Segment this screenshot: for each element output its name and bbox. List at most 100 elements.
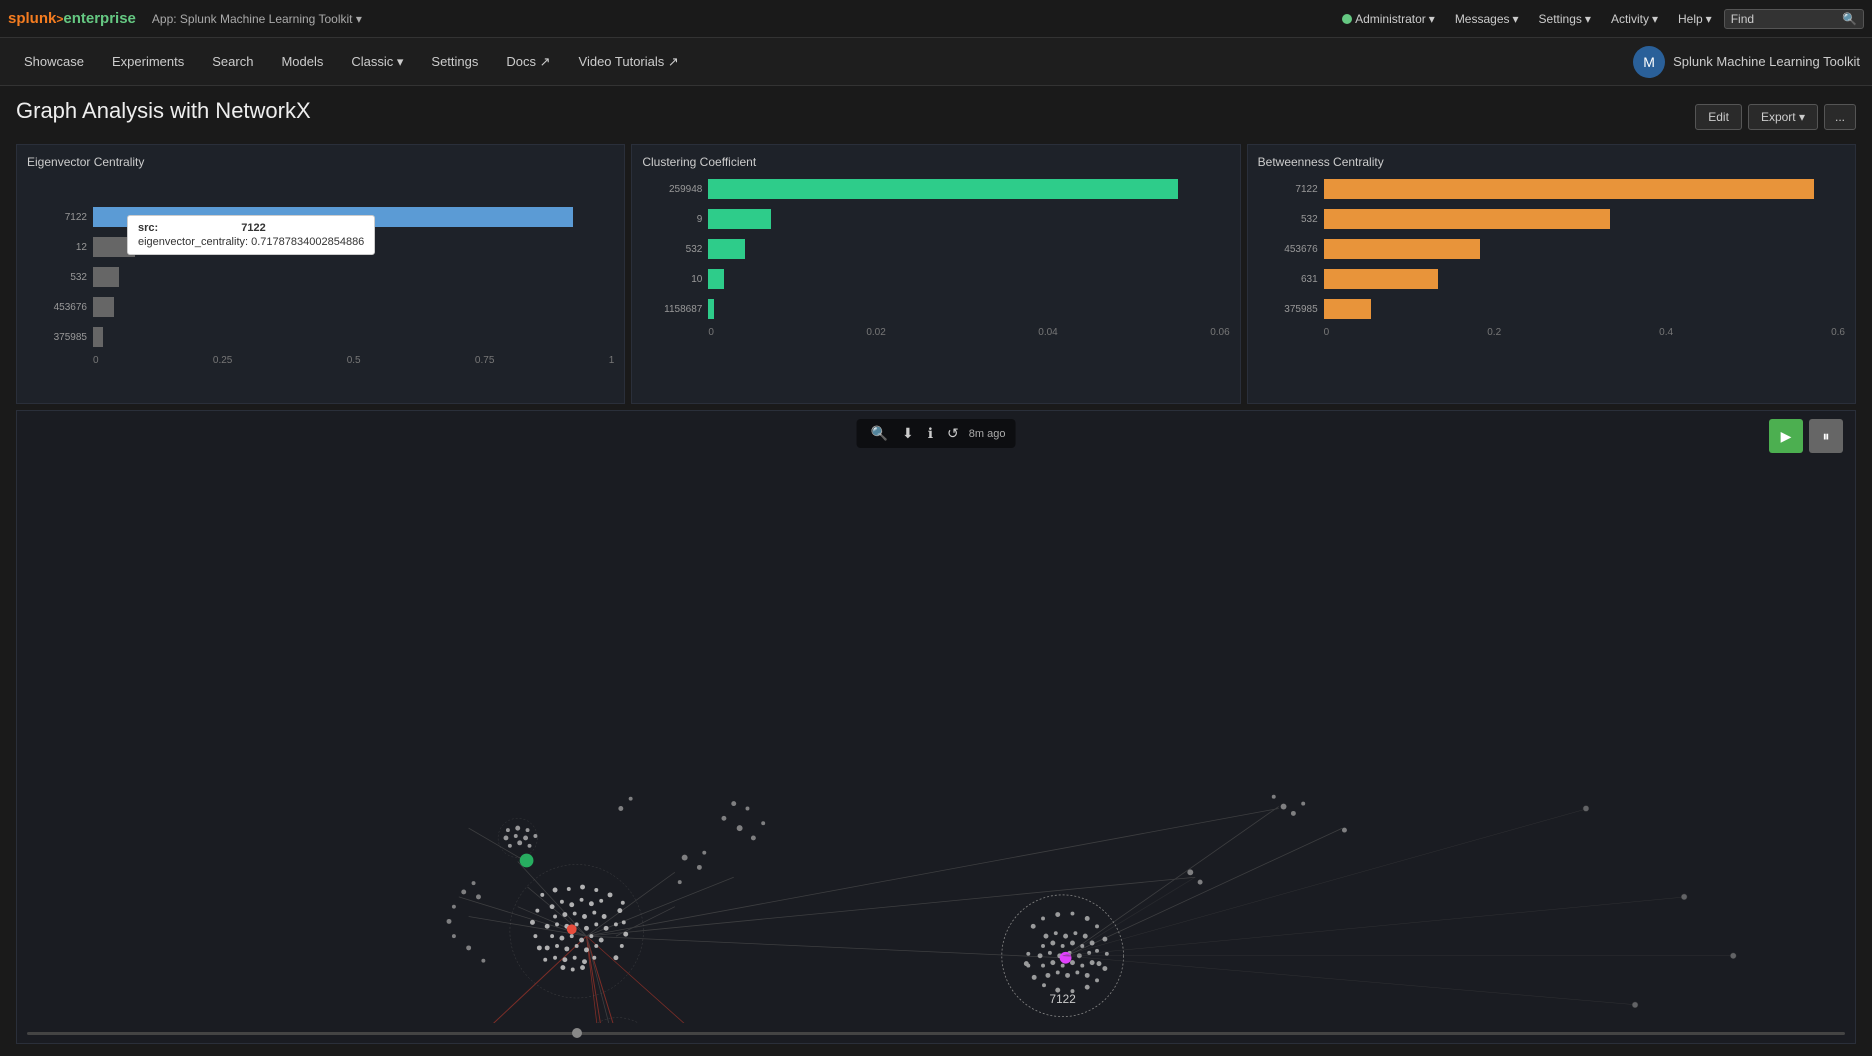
export-button[interactable]: Export ▾ [1748,104,1818,130]
slider-thumb[interactable] [572,1028,582,1038]
betweenness-chart-title: Betweenness Centrality [1258,155,1845,169]
bar-label: 631 [1258,274,1318,285]
bar-fill [1324,179,1814,199]
find-input[interactable] [1758,12,1838,26]
enterprise-logo: enterprise [63,10,136,27]
network-toolbar: 🔍 ⬇ ℹ ↺ 8m ago [857,419,1016,448]
bar-row: 7122 [1258,177,1845,201]
settings-menu[interactable]: Settings ▾ [1531,8,1599,30]
bar-track [1324,209,1845,229]
svg-text:7122: 7122 [1050,993,1076,1006]
app-logo[interactable]: splunk> enterprise [8,10,136,27]
bar-label: 375985 [27,332,87,343]
bar-track [1324,179,1845,199]
bar-fill [708,209,771,229]
bar-fill [93,327,103,347]
bar-track [93,297,614,317]
clustering-bars: 259948 9 532 [642,177,1229,321]
find-area[interactable]: Find 🔍 [1724,9,1864,29]
nav-settings[interactable]: Settings [419,48,490,75]
bar-row: 375985 [1258,297,1845,321]
time-label: 8m ago [969,428,1006,440]
nav-search[interactable]: Search [200,48,265,75]
action-buttons: Edit Export ▾ ... [1695,104,1856,130]
secondary-navigation: Showcase Experiments Search Models Class… [0,38,1872,86]
eigenvector-tooltip: src: 7122 eigenvector_centrality: 0.7178… [127,215,375,255]
main-content: Graph Analysis with NetworkX Edit Export… [0,86,1872,1056]
bar-track [1324,239,1845,259]
bar-row: 453676 [27,295,614,319]
nav-docs[interactable]: Docs ↗ [494,48,562,76]
admin-status-dot [1342,14,1352,24]
refresh-button[interactable]: ↺ [943,423,963,444]
bar-fill [708,299,713,319]
betweenness-x-axis: 0 0.2 0.4 0.6 [1324,327,1845,338]
bar-fill [93,297,114,317]
bar-label: 375985 [1258,304,1318,315]
title-actions: Graph Analysis with NetworkX Edit Export… [16,98,1856,136]
network-svg: 7122 [17,411,1855,1043]
bar-row: 1158687 [642,297,1229,321]
pause-button[interactable]: ⏸ [1809,419,1843,453]
bar-fill [93,267,119,287]
bar-label: 532 [1258,214,1318,225]
bar-fill [708,239,744,259]
nav-showcase[interactable]: Showcase [12,48,96,75]
bar-track [93,327,614,347]
zoom-in-button[interactable]: 🔍 [867,423,892,444]
nav-classic[interactable]: Classic ▾ [339,48,415,76]
nav-experiments[interactable]: Experiments [100,48,196,75]
bar-track [708,239,1229,259]
play-button[interactable]: ▶ [1769,419,1803,453]
bar-label: 532 [27,272,87,283]
network-visualization: 🔍 ⬇ ℹ ↺ 8m ago ▶ ⏸ [16,410,1856,1044]
topbar-right-actions: Administrator ▾ Messages ▾ Settings ▾ Ac… [1334,8,1864,30]
bar-fill [708,269,724,289]
tooltip-src: src: 7122 [138,222,364,234]
bar-track [1324,269,1845,289]
bar-track [708,179,1229,199]
bar-label: 532 [642,244,702,255]
bar-track [93,267,614,287]
app-name-label[interactable]: App: Splunk Machine Learning Toolkit ▾ [152,12,362,26]
clustering-chart-title: Clustering Coefficient [642,155,1229,169]
bar-row: 10 [642,267,1229,291]
bar-fill [1324,209,1611,229]
app-logo-text: Splunk Machine Learning Toolkit [1673,54,1860,69]
timeline-slider[interactable] [17,1023,1855,1043]
tooltip-val: eigenvector_centrality: 0.71787834002854… [138,236,364,248]
nav-models[interactable]: Models [269,48,335,75]
clustering-x-axis: 0 0.02 0.04 0.06 [708,327,1229,338]
bar-label: 7122 [1258,184,1318,195]
bar-row: 532 [1258,207,1845,231]
bar-label: 9 [642,214,702,225]
bar-label: 10 [642,274,702,285]
administrator-menu[interactable]: Administrator ▾ [1334,8,1443,30]
play-controls: ▶ ⏸ [1769,419,1843,453]
info-button[interactable]: ℹ [924,423,937,444]
bar-row: 532 [27,265,614,289]
messages-menu[interactable]: Messages ▾ [1447,8,1527,30]
bar-label: 1158687 [642,304,702,315]
bar-label: 453676 [27,302,87,313]
edit-button[interactable]: Edit [1695,104,1742,130]
bar-row: 259948 [642,177,1229,201]
nav-video-tutorials[interactable]: Video Tutorials ↗ [567,48,691,76]
bar-row: 631 [1258,267,1845,291]
eigenvector-chart-panel: Eigenvector Centrality src: 7122 eigenve… [16,144,625,404]
app-logo-area: M Splunk Machine Learning Toolkit [1633,46,1860,78]
bar-label: 453676 [1258,244,1318,255]
nav-right: M Splunk Machine Learning Toolkit [1633,46,1860,78]
bar-track [1324,299,1845,319]
download-button[interactable]: ⬇ [898,423,918,444]
page-title: Graph Analysis with NetworkX [16,98,311,124]
eigenvector-chart-title: Eigenvector Centrality [27,155,614,169]
bar-row: 375985 [27,325,614,349]
help-menu[interactable]: Help ▾ [1670,8,1720,30]
slider-track[interactable] [27,1032,1845,1035]
bar-row: 532 [642,237,1229,261]
activity-menu[interactable]: Activity ▾ [1603,8,1666,30]
more-button[interactable]: ... [1824,104,1856,130]
clustering-chart-panel: Clustering Coefficient 259948 9 [631,144,1240,404]
charts-row: Eigenvector Centrality src: 7122 eigenve… [16,144,1856,404]
